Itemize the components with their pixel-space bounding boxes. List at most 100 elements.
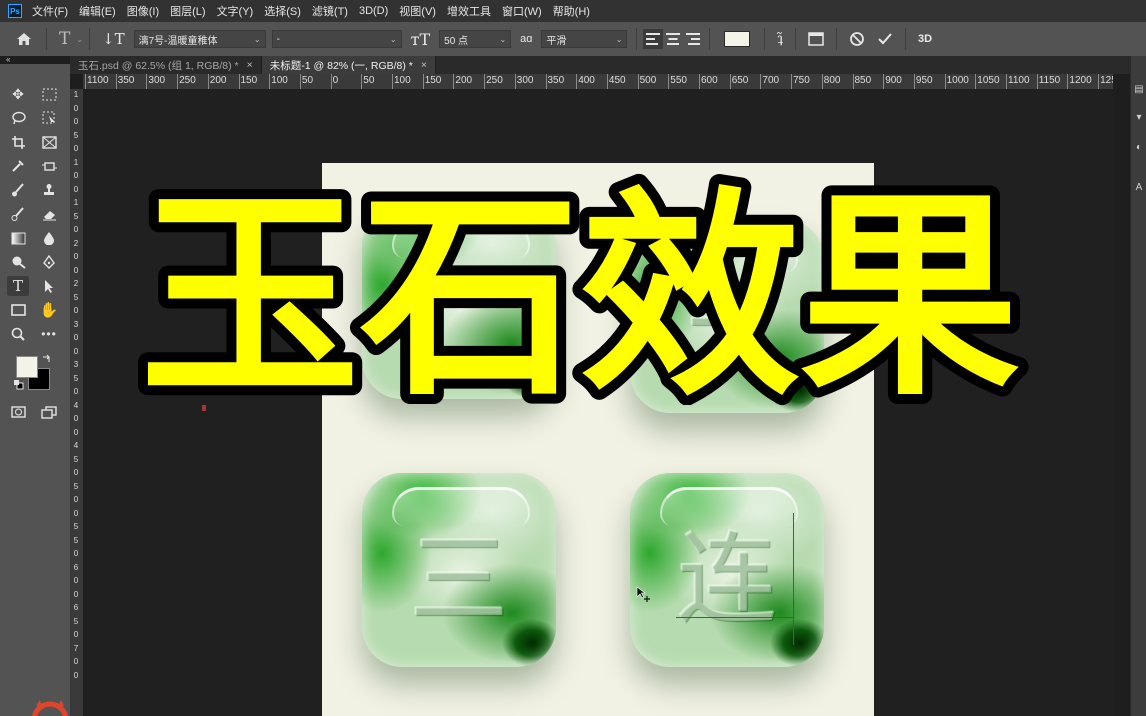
text-color-swatch[interactable] <box>724 31 751 47</box>
ruler-label: 250 <box>179 75 196 86</box>
font-style-value: - <box>276 33 280 45</box>
more-tools-icon[interactable]: ••• <box>38 324 60 344</box>
panel-icon-history[interactable]: ▤ <box>1133 84 1145 95</box>
ruler-label: 1200 <box>1069 75 1092 86</box>
rectangle-tool-icon[interactable] <box>7 300 29 320</box>
ruler-measure-tool-icon[interactable] <box>38 156 60 176</box>
align-center-icon[interactable] <box>663 29 683 49</box>
ruler-tick <box>269 74 271 89</box>
eyedropper-tool-icon[interactable] <box>7 156 29 176</box>
ruler-label: 0 <box>73 333 79 342</box>
preset-dropdown-icon[interactable]: ⌄ <box>76 35 83 44</box>
gradient-tool-icon[interactable] <box>7 228 29 248</box>
menu-edit[interactable]: 编辑(E) <box>79 3 116 19</box>
foreground-color[interactable] <box>16 356 38 378</box>
dodge-tool-icon[interactable] <box>7 252 29 272</box>
ruler-label: 100 <box>271 75 288 86</box>
menu-image[interactable]: 图像(I) <box>127 3 159 19</box>
menu-3d[interactable]: 3D(D) <box>359 5 388 17</box>
ruler-label: 850 <box>854 75 872 86</box>
zoom-tool-icon[interactable] <box>7 324 29 344</box>
font-size-select[interactable]: 50 点 ⌄ <box>439 30 512 48</box>
eraser-tool-icon[interactable] <box>38 204 60 224</box>
ruler-label: 0 <box>73 346 79 356</box>
menu-select[interactable]: 选择(S) <box>264 3 301 19</box>
text-orientation-icon[interactable]: ↓T <box>102 30 125 48</box>
menu-help[interactable]: 帮助(H) <box>553 3 590 19</box>
crop-tool-icon[interactable] <box>7 132 29 152</box>
menu-view[interactable]: 视图(V) <box>399 3 436 19</box>
path-selection-tool-icon[interactable] <box>38 276 60 296</box>
font-family-select[interactable]: 漓7号-温暖童稚体 ⌄ <box>133 30 266 48</box>
jade-tile-3: 三 <box>362 473 556 667</box>
ruler-label: 1250 <box>1100 75 1113 86</box>
default-colors-icon[interactable] <box>14 380 24 390</box>
3d-button[interactable]: 3D <box>918 33 932 45</box>
tab-untitled-1[interactable]: 未标题-1 @ 82% (一, RGB/8) * × <box>261 56 437 74</box>
close-icon[interactable]: × <box>247 59 253 71</box>
stamp-tool-icon[interactable] <box>38 180 60 200</box>
menu-bar: Ps 文件(F) 编辑(E) 图像(I) 图层(L) 文字(Y) 选择(S) 滤… <box>0 0 1146 22</box>
ruler-label: 0 <box>73 495 79 504</box>
ruler-label: 0 <box>73 670 79 680</box>
panel-icon-adjust[interactable]: ◐ <box>1133 142 1145 153</box>
ruler-label: 1050 <box>977 75 1000 86</box>
separator <box>905 28 907 50</box>
hand-tool-icon[interactable]: ✋ <box>38 300 60 320</box>
type-tool-preset-icon[interactable]: T <box>59 29 70 49</box>
pen-tool-icon[interactable] <box>38 252 60 272</box>
brush-tool-icon[interactable] <box>7 180 29 200</box>
type-tool-icon[interactable]: T <box>7 276 29 296</box>
align-left-icon[interactable] <box>643 29 664 49</box>
text-bounding-guide <box>793 513 794 645</box>
collapse-arrows-icon[interactable]: « <box>0 56 76 64</box>
jade-tile-4: 连 <box>630 473 824 667</box>
move-tool-icon[interactable]: ✥ <box>7 84 29 104</box>
tile-glyph: 连 <box>677 520 777 638</box>
object-select-tool-icon[interactable] <box>38 108 60 128</box>
ruler-label: 950 <box>915 75 933 86</box>
warp-text-icon[interactable]: ʇ̃ <box>777 31 783 47</box>
menu-type[interactable]: 文字(Y) <box>217 3 254 19</box>
right-panel-strip: ▤ ▾ ◐ A <box>1130 56 1146 716</box>
quick-mask-icon[interactable] <box>7 402 29 422</box>
title-overlay-text: 玉石效果 <box>140 169 1020 405</box>
cancel-icon[interactable] <box>849 31 865 47</box>
chevron-down-icon: ⌄ <box>389 34 397 44</box>
screen-mode-icon[interactable] <box>38 402 60 422</box>
menu-plugins[interactable]: 增效工具 <box>447 3 491 19</box>
character-panel-icon[interactable] <box>808 32 824 46</box>
marquee-tool-icon[interactable] <box>38 84 60 104</box>
frame-tool-icon[interactable] <box>38 132 60 152</box>
swap-colors-icon[interactable] <box>42 354 52 364</box>
panel-icon-comments[interactable]: ▾ <box>1133 112 1145 123</box>
ruler-tick <box>668 74 670 89</box>
panel-icon-character[interactable]: A <box>1133 182 1145 193</box>
menu-filter[interactable]: 滤镜(T) <box>312 3 348 19</box>
ruler-tick <box>1098 74 1100 89</box>
ruler-tick <box>637 74 639 89</box>
ruler-label: 3 <box>73 319 79 329</box>
antialias-select[interactable]: 平滑 ⌄ <box>541 30 628 48</box>
separator <box>795 28 797 50</box>
menu-layer[interactable]: 图层(L) <box>170 3 205 19</box>
ruler-label: 200 <box>209 75 227 86</box>
align-right-icon[interactable] <box>683 29 703 49</box>
ruler-tick <box>422 74 424 89</box>
ruler-label: 0 <box>73 508 79 518</box>
blur-tool-icon[interactable] <box>38 228 60 248</box>
ruler-label: 0 <box>332 75 339 86</box>
antialias-icon: aɑ <box>520 33 533 45</box>
commit-check-icon[interactable] <box>877 32 893 46</box>
font-style-select[interactable]: - ⌄ <box>271 30 402 48</box>
tile-glyph: 三 <box>409 520 509 638</box>
ruler-tick <box>85 74 86 89</box>
menu-window[interactable]: 窗口(W) <box>502 3 542 19</box>
home-icon[interactable] <box>16 32 32 46</box>
lasso-tool-icon[interactable] <box>7 108 29 128</box>
history-brush-tool-icon[interactable] <box>7 204 29 224</box>
menu-file[interactable]: 文件(F) <box>32 3 68 19</box>
tab-jade-psd[interactable]: 玉石.psd @ 62.5% (组 1, RGB/8) * × <box>70 56 262 74</box>
close-icon[interactable]: × <box>421 59 427 71</box>
ruler-tick <box>330 74 332 89</box>
